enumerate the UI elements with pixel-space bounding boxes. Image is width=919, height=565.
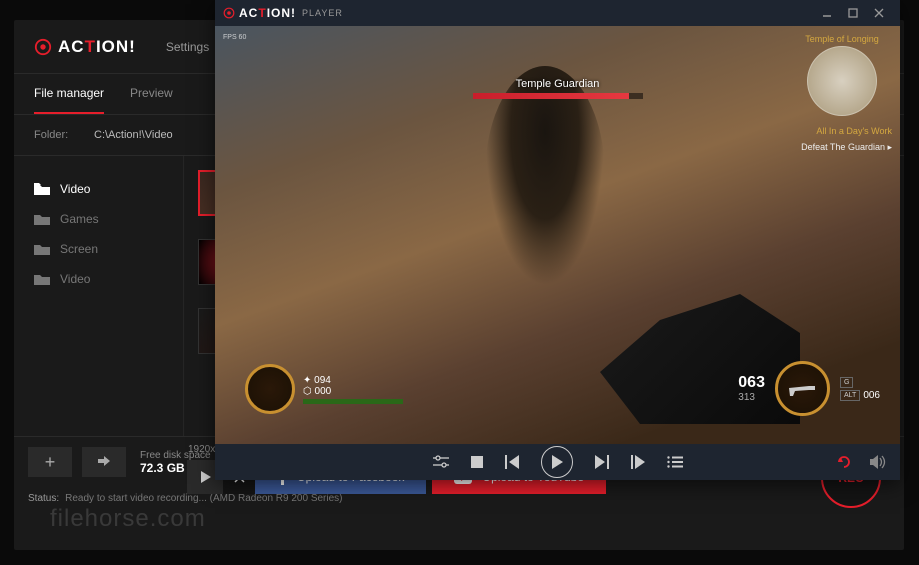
hud-boss: Temple Guardian [473,78,643,102]
play-button[interactable] [541,446,573,478]
sidebar-item-label: Screen [60,242,98,256]
folder-icon [34,183,50,195]
sliders-icon [433,455,449,469]
minimap-circle [807,46,877,116]
hud-health: ✦ 094 ⬡ 000 [245,364,403,414]
folder-path[interactable]: C:\Action!\Video [94,129,173,141]
stop-button[interactable] [471,456,483,468]
status-text: Ready to start video recording... (AMD R… [65,493,342,504]
folder-icon [34,243,50,255]
player-window: ACTION! PLAYER FPS 60 Temple Guardian Te… [215,0,900,480]
player-controls [215,444,900,480]
logo-icon [223,7,235,19]
step-icon [631,455,645,469]
objective-title: All In a Day's Work [801,126,892,136]
step-forward-button[interactable] [631,455,645,469]
sidebar-item-label: Video [60,272,90,286]
loop-icon [836,454,852,470]
sidebar-item-games[interactable]: Games [34,204,163,234]
hp-value: ✦ 094 [303,375,403,386]
subtab-preview[interactable]: Preview [130,74,173,114]
key-g: G [840,377,853,388]
boss-hp-bar [473,93,643,99]
maximize-icon [848,8,858,18]
loop-button[interactable] [836,454,852,470]
player-subtitle: PLAYER [302,8,343,18]
settings-sliders-button[interactable] [433,455,449,469]
next-button[interactable] [595,455,609,469]
add-button[interactable]: + [28,447,72,477]
ammo-main: 063 [738,374,765,392]
weapon-ring [775,361,830,416]
hud-fps: FPS 60 [223,34,246,41]
volume-icon [870,455,886,469]
player-logo-text: ACTION! [239,6,296,20]
sidebar-item-video-2[interactable]: Video [34,264,163,294]
region-name: Temple of Longing [792,34,892,44]
logo-icon [34,38,52,56]
ammo-reserve: 313 [738,392,765,403]
export-icon [96,455,112,469]
status-label: Status: [28,493,59,504]
next-icon [595,455,609,469]
shield-value: ⬡ 000 [303,386,403,397]
folder-icon [34,213,50,225]
player-title: ACTION! PLAYER [223,6,343,20]
logo-text: ACTION! [58,37,136,57]
folder-icon [34,273,50,285]
play-icon [199,471,211,483]
minimize-icon [822,8,832,18]
tab-settings[interactable]: Settings [166,22,209,72]
sidebar-item-screen[interactable]: Screen [34,234,163,264]
sidebar-item-video[interactable]: Video [34,174,163,204]
key-hints: G ALT006 [840,377,880,401]
player-titlebar[interactable]: ACTION! PLAYER [215,0,900,26]
close-button[interactable] [866,4,892,22]
list-icon [667,456,683,468]
gun-icon [787,380,817,398]
window-controls [814,4,892,22]
prev-button[interactable] [505,455,519,469]
play-icon [551,455,563,469]
hp-bar [303,399,403,404]
stop-icon [471,456,483,468]
boss-name: Temple Guardian [473,78,643,90]
app-logo: ACTION! [34,37,136,57]
objective-task: Defeat The Guardian ▸ [801,142,892,153]
subtab-file-manager[interactable]: File manager [34,74,104,114]
sidebar-item-label: Games [60,212,99,226]
close-icon [874,8,884,18]
minimize-button[interactable] [814,4,840,22]
sidebar: Video Games Screen Video [14,156,184,436]
export-button[interactable] [82,447,126,477]
volume-button[interactable] [870,455,886,469]
playlist-button[interactable] [667,456,683,468]
maximize-button[interactable] [840,4,866,22]
hud-ammo: 063 313 G ALT006 [738,361,880,416]
hp-ring [245,364,295,414]
folder-label: Folder: [34,129,94,141]
video-area[interactable]: FPS 60 Temple Guardian Temple of Longing… [215,26,900,444]
objectives: All In a Day's Work Defeat The Guardian … [801,126,892,153]
minimap: Temple of Longing [792,34,892,116]
sidebar-item-label: Video [60,182,90,196]
key-alt: ALT [840,390,860,401]
side-ammo: 006 [863,390,880,401]
prev-icon [505,455,519,469]
